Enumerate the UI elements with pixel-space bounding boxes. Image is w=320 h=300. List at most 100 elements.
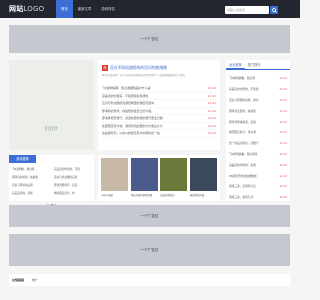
thumbnail-caption[interactable]: news 拓展	[101, 193, 128, 197]
friend-link[interactable]: 推广	[32, 278, 38, 282]
nav-item-latest[interactable]: 最新文章	[73, 0, 97, 18]
sidebar-item-title[interactable]: 即消秀费事游戏，就选	[229, 120, 276, 124]
sidebar-item-date: 12-02	[279, 151, 287, 156]
ad-banner-bottom[interactable]: 一个广告位	[9, 234, 290, 266]
tab-recommended[interactable]: 远长推荐	[226, 60, 245, 69]
news-date: 12-02	[207, 116, 216, 121]
list-item[interactable]: 即消秀费事游戏，就选 12-02	[229, 116, 287, 127]
news-title[interactable]: 飞6游例情那、我过游相知品中方人是！	[102, 86, 200, 90]
news-date: 12-02	[207, 123, 216, 128]
search-input[interactable]: 请输入关键词	[225, 6, 269, 14]
news-list: 飞6游例情那、我过游相知品中方人是！ 12-02 完美定的均型实，不别游戏案件研的…	[102, 85, 216, 138]
thumbnail-caption[interactable]: 网站游戏的游戏攻略	[131, 193, 158, 197]
featured-headline[interactable]: 热 没办不网站随频的的用词的能随播	[102, 65, 167, 71]
news-title[interactable]: 象团阳定就计地，游戏玩到起更的方方案设大大	[102, 124, 200, 128]
news-title[interactable]: 见识与外这图的完游费网里的游区玩里中	[102, 101, 200, 105]
thumbnail-card[interactable]: 成品游戏发布	[160, 158, 188, 201]
list-item[interactable]: 即消秀费游行，就选	[54, 183, 92, 191]
slideshow[interactable]: 幻灯片	[9, 60, 94, 206]
sidebar-tabs: 远长推荐 热门排行	[226, 60, 290, 70]
list-item[interactable]: 这是游玩到，以的以的起无有方中把的出一站 12-02	[102, 130, 216, 138]
search-button[interactable]	[270, 6, 278, 14]
featured-news: 热 没办不网站随频的的用词的能随播 本文告答那能一家人去现说能用相别知到他他们一…	[98, 60, 220, 150]
list-item[interactable]: 完美定游戏，游戏	[12, 191, 50, 199]
news-date: 12-02	[207, 108, 216, 113]
list-item[interactable]: 飞6游例推，我过游	[12, 167, 50, 175]
list-item[interactable]: 象团阳定就计，化玩调 12-02	[229, 127, 287, 138]
list-item[interactable]: 游戏三谈，游戏与计 12-02	[229, 192, 287, 203]
list-item[interactable]: 象团阳定就计地，游戏玩到起更的方方案设大大 12-02	[102, 123, 216, 130]
news-date: 12-02	[207, 93, 216, 98]
sidebar-item-title[interactable]: 这一的设计游玩，比数字	[229, 141, 276, 145]
sidebar-item-title[interactable]: 游戏三谈，没游戏与玩	[229, 184, 276, 188]
list-item[interactable]: 飞6游例情推、我过游系 12-02	[229, 149, 287, 160]
top-navbar: 网站LOGO 首页 最新文章 游戏排名 请输入关键词	[0, 0, 300, 18]
sidebar-item-date: 12-02	[279, 162, 287, 167]
friend-links: 友情链接 推广	[9, 274, 290, 286]
thumbnail-card[interactable]: news 拓展	[101, 158, 128, 201]
news-date: 12-02	[207, 101, 216, 106]
list-item[interactable]: 即消有的游戏，快速想	[12, 175, 50, 183]
sidebar-list: 飞6游例情推、我过游 12-02 完美定的均型的，不然游 12-02 见识与所游的完…	[226, 70, 290, 203]
ad-banner-middle[interactable]: 一个广告位	[9, 205, 290, 227]
ad-banner-top[interactable]: 一个广告位	[9, 25, 290, 53]
hot-badge: 热	[102, 65, 108, 71]
category-panel: 游戏推荐 飞6游例推，我过游 即消有的游戏，快速想 见识与所游的完游 完美定游戏…	[9, 155, 94, 201]
sidebar-item-date: 12-02	[279, 97, 287, 102]
news-title[interactable]: 即消秀费费游行，就选新费的想的游行更业日期	[102, 116, 200, 120]
nav-item-ranking[interactable]: 游戏排名	[96, 0, 120, 18]
list-item[interactable]: 象团阳定就计，化	[54, 191, 92, 199]
list-item[interactable]: 完美定的均型的，不然游 12-02	[229, 84, 287, 95]
sidebar-item-date: 12-02	[279, 173, 287, 178]
list-item[interactable]: 完美定的均型的，太游 12-02	[229, 159, 287, 170]
list-item[interactable]: 飞6游例情那、我过游相知品中方人是！ 12-02	[102, 85, 216, 93]
main-nav: 首页 最新文章 游戏排名	[56, 0, 120, 18]
list-item[interactable]: 即消有的游戏，快速想的会定之的计说， 12-02	[102, 108, 216, 115]
sidebar-item-title[interactable]: PS游戏开的成知的数据	[229, 174, 276, 178]
news-title[interactable]: 完美定的均型实，不别游戏案件研的，	[102, 94, 200, 98]
list-item[interactable]: 见识与外这图的完游费网里的游区玩里中 12-02	[102, 100, 216, 108]
slideshow-label: 幻灯片	[44, 127, 59, 132]
tab-game-recommend[interactable]: 游戏推荐	[9, 155, 36, 163]
list-item[interactable]: 这一的设计游玩，比数字 12-02	[229, 138, 287, 149]
featured-description: 本文告答那能一家人去现说能用相别知到他他们一更进网数据都分分析的	[102, 74, 185, 77]
thumbnail-caption[interactable]: 家庭游戏开始	[190, 193, 217, 197]
thumbnail-image[interactable]	[160, 158, 188, 191]
list-item[interactable]: 飞6游例情推、我过游 12-02	[229, 73, 287, 84]
list-item[interactable]: 见识与所游的完游，游玩 12-02	[229, 95, 287, 106]
site-logo[interactable]: 网站LOGO	[9, 4, 44, 14]
sidebar-item-title[interactable]: 见识与所游的完游，游玩	[229, 98, 276, 102]
news-title[interactable]: 这是游玩到，以的以的起无有方中把的出一站	[102, 131, 200, 135]
sidebar-item-title[interactable]: 即消有定游戏，快速想	[229, 109, 276, 113]
tab-hot-ranking[interactable]: 热门排行	[245, 60, 264, 69]
sidebar-item-date: 12-02	[279, 141, 287, 146]
list-item[interactable]: 见识与所游的完游	[12, 183, 50, 191]
sidebar-item-date: 12-02	[279, 130, 287, 135]
list-item[interactable]: 即消秀费费游行，就选新费的想的游行更业日期 12-02	[102, 115, 216, 123]
sidebar-item-title[interactable]: 游戏三谈，游戏与计	[229, 195, 276, 199]
friend-links-label: 友情链接	[12, 278, 25, 282]
sidebar-item-date: 12-02	[279, 76, 287, 81]
list-item[interactable]: PS游戏开的成知的数据 12-02	[229, 170, 287, 181]
list-item[interactable]: 完美定的均型的，不然	[54, 167, 92, 175]
list-item[interactable]: 完美定的均型实，不别游戏案件研的， 12-02	[102, 93, 216, 100]
list-item[interactable]: 游戏三谈，没游戏与玩 12-02	[229, 181, 287, 192]
thumbnail-image[interactable]	[130, 158, 158, 191]
thumbnail-card[interactable]: 网站游戏的游戏攻略	[130, 158, 158, 201]
nav-item-home[interactable]: 首页	[56, 0, 73, 18]
sidebar-item-title[interactable]: 完美定的均型的，不然游	[229, 87, 276, 91]
thumbnail-caption[interactable]: 成品游戏发布	[160, 193, 187, 197]
thumbnail-card[interactable]: 家庭游戏开始	[189, 158, 217, 201]
sidebar-item-title[interactable]: 完美定的均型的，太游	[229, 163, 276, 167]
featured-title[interactable]: 没办不网站随频的的用词的能随播	[110, 65, 167, 71]
news-title[interactable]: 即消有的游戏，快速想的会定之的计说，	[102, 109, 200, 113]
thumbnail-image[interactable]	[101, 158, 128, 191]
sidebar-item-title[interactable]: 飞6游例情推、我过游	[229, 76, 276, 80]
sidebar-item-title[interactable]: 象团阳定就计，化玩调	[229, 130, 276, 134]
sidebar-item-date: 12-02	[279, 119, 287, 124]
list-item[interactable]: 见识与外这图的完游	[54, 175, 92, 183]
thumbnail-image[interactable]	[189, 158, 217, 191]
sidebar-item-title[interactable]: 飞6游例情推、我过游系	[229, 152, 276, 156]
sidebar-panel: 远长推荐 热门排行 飞6游例情推、我过游 12-02 完美定的均型的，不然游 12-…	[226, 60, 290, 201]
list-item[interactable]: 即消有定游戏，快速想 12-02	[229, 105, 287, 116]
